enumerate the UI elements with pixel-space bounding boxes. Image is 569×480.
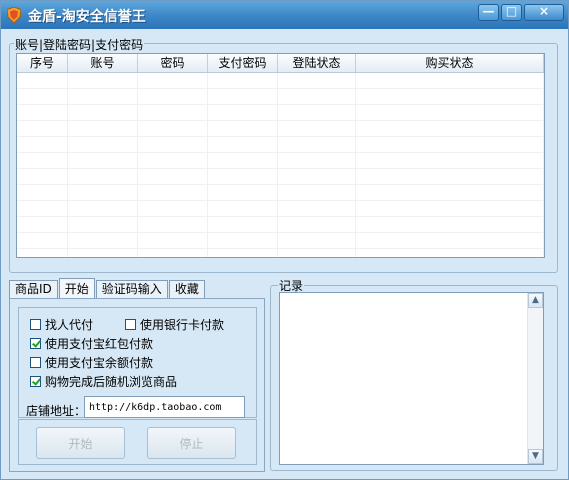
accounts-table[interactable]: 序号 账号 密码 支付密码 登陆状态 购买状态 bbox=[16, 53, 545, 258]
alipay-balance-checkbox[interactable]: 使用支付宝余额付款 bbox=[30, 354, 153, 371]
log-scrollbar[interactable]: ▲ ▼ bbox=[527, 293, 543, 464]
table-row bbox=[17, 233, 544, 249]
maximize-button[interactable]: □ bbox=[501, 4, 522, 21]
table-row bbox=[17, 185, 544, 201]
table-header: 序号 账号 密码 支付密码 登陆状态 购买状态 bbox=[17, 54, 544, 73]
payment-options-box: 找人代付 使用银行卡付款 使用支付宝红包付款 使用支付宝余额付款 购物完成后随机… bbox=[18, 307, 257, 418]
shield-logo-icon bbox=[7, 7, 21, 23]
table-row bbox=[17, 217, 544, 233]
column-header-pay-password[interactable]: 支付密码 bbox=[208, 54, 278, 72]
tab-captcha-input[interactable]: 验证码输入 bbox=[95, 280, 168, 298]
log-textarea[interactable]: ▲ ▼ bbox=[279, 292, 544, 465]
scroll-up-icon[interactable]: ▲ bbox=[528, 293, 543, 308]
table-body bbox=[17, 73, 544, 257]
table-row bbox=[17, 73, 544, 89]
find-proxy-pay-checkbox[interactable]: 找人代付 bbox=[30, 316, 93, 333]
minimize-icon: — bbox=[482, 4, 495, 18]
bank-card-pay-checkbox[interactable]: 使用银行卡付款 bbox=[125, 316, 224, 333]
start-tab-panel: 找人代付 使用银行卡付款 使用支付宝红包付款 使用支付宝余额付款 购物完成后随机… bbox=[9, 298, 265, 472]
find-proxy-pay-label: 找人代付 bbox=[45, 318, 94, 332]
window-title: 金盾-淘安全信誉王 bbox=[28, 9, 146, 25]
start-button[interactable]: 开始 bbox=[36, 427, 125, 459]
app-window: 金盾-淘安全信誉王 — □ × 账号|登陆密码|支付密码 序号 账号 密码 支付… bbox=[0, 0, 569, 480]
find-proxy-pay-box[interactable] bbox=[30, 319, 41, 330]
tab-favorites[interactable]: 收藏 bbox=[168, 280, 205, 298]
table-row bbox=[17, 249, 544, 257]
shop-address-label: 店铺地址： bbox=[26, 404, 87, 418]
close-button[interactable]: × bbox=[524, 4, 564, 21]
bank-card-pay-box[interactable] bbox=[125, 319, 136, 330]
tab-strip: 商品ID 开始 验证码输入 收藏 bbox=[9, 278, 206, 298]
column-header-index[interactable]: 序号 bbox=[17, 54, 68, 72]
column-header-purchase-status[interactable]: 购买状态 bbox=[356, 54, 544, 72]
table-row bbox=[17, 105, 544, 121]
column-header-password[interactable]: 密码 bbox=[138, 54, 208, 72]
table-row bbox=[17, 153, 544, 169]
close-icon: × bbox=[538, 4, 550, 18]
table-row bbox=[17, 121, 544, 137]
random-browse-label: 购物完成后随机浏览商品 bbox=[45, 375, 178, 389]
stop-button[interactable]: 停止 bbox=[147, 427, 236, 459]
bank-card-pay-label: 使用银行卡付款 bbox=[140, 318, 225, 332]
random-browse-checkbox[interactable]: 购物完成后随机浏览商品 bbox=[30, 373, 177, 390]
table-row bbox=[17, 89, 544, 105]
action-buttons-box: 开始 停止 bbox=[18, 419, 257, 465]
accounts-group-label: 账号|登陆密码|支付密码 bbox=[14, 36, 145, 53]
table-row bbox=[17, 137, 544, 153]
scroll-down-icon[interactable]: ▼ bbox=[528, 449, 543, 464]
alipay-balance-label: 使用支付宝余额付款 bbox=[45, 356, 154, 370]
table-row bbox=[17, 201, 544, 217]
maximize-icon: □ bbox=[505, 4, 518, 18]
tab-product-id[interactable]: 商品ID bbox=[9, 280, 58, 298]
column-header-account[interactable]: 账号 bbox=[68, 54, 138, 72]
alipay-redpacket-box[interactable] bbox=[30, 338, 41, 349]
table-row bbox=[17, 169, 544, 185]
random-browse-box[interactable] bbox=[30, 376, 41, 387]
alipay-redpacket-label: 使用支付宝红包付款 bbox=[45, 337, 154, 351]
shop-address-input[interactable] bbox=[84, 396, 245, 418]
column-header-login-status[interactable]: 登陆状态 bbox=[278, 54, 356, 72]
alipay-redpacket-checkbox[interactable]: 使用支付宝红包付款 bbox=[30, 335, 153, 352]
title-bar[interactable]: 金盾-淘安全信誉王 — □ × bbox=[1, 1, 568, 29]
alipay-balance-box[interactable] bbox=[30, 357, 41, 368]
minimize-button[interactable]: — bbox=[478, 4, 499, 21]
tab-start[interactable]: 开始 bbox=[58, 278, 95, 298]
